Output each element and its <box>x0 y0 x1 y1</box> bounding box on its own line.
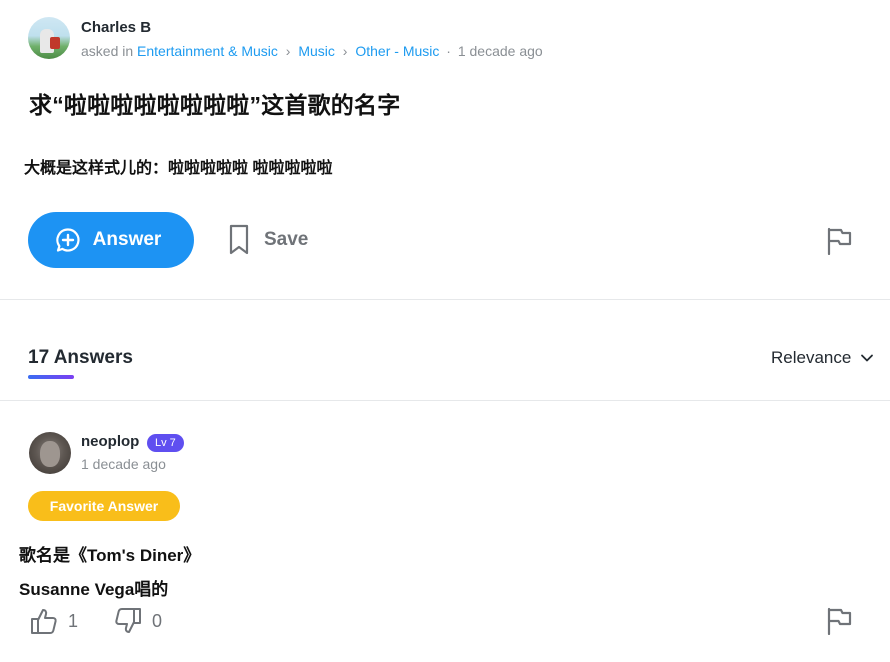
save-button-label: Save <box>264 229 309 250</box>
answer-button-label: Answer <box>92 229 162 250</box>
breadcrumb-music[interactable]: Music <box>298 43 335 59</box>
thumbs-down-icon <box>113 606 143 636</box>
question-header: Charles B asked in Entertainment & Music… <box>28 17 543 61</box>
asker-name[interactable]: Charles B <box>81 18 543 38</box>
question-title: 求“啦啦啦啦啦啦啦啦”这首歌的名字 <box>29 92 401 118</box>
favorite-answer-badge: Favorite Answer <box>28 491 180 521</box>
chevron-down-icon <box>860 353 874 363</box>
answer-text-line: Susanne Vega唱的 <box>19 580 169 599</box>
level-badge: Lv 7 <box>147 434 184 452</box>
chevron-right-icon: › <box>285 43 291 59</box>
separator-dot: · <box>446 43 451 59</box>
answer-text-line: 歌名是《Tom's Diner》 <box>19 546 201 565</box>
upvote-count: 1 <box>68 610 79 631</box>
question-page: Charles B asked in Entertainment & Music… <box>0 0 890 662</box>
question-category-line: asked in Entertainment & Music › Music ›… <box>81 41 543 61</box>
bookmark-icon <box>228 224 250 256</box>
thumbs-up-icon <box>29 606 59 636</box>
add-comment-icon <box>55 227 81 253</box>
save-button[interactable]: Save <box>228 222 308 258</box>
upvote-button[interactable]: 1 <box>29 606 78 636</box>
downvote-button[interactable]: 0 <box>113 606 162 636</box>
breadcrumb-entertainment-music[interactable]: Entertainment & Music <box>137 43 278 59</box>
chevron-right-icon: › <box>342 43 348 59</box>
sort-dropdown[interactable]: Relevance <box>771 348 874 368</box>
asker-avatar[interactable] <box>28 17 70 59</box>
report-question-flag-icon[interactable] <box>826 227 852 255</box>
downvote-count: 0 <box>152 610 163 631</box>
question-body: 大概是这样式儿的：啦啦啦啦啦 啦啦啦啦啦 <box>24 160 333 177</box>
question-time: 1 decade ago <box>457 43 543 59</box>
active-tab-underline <box>28 375 74 379</box>
answers-count-tab[interactable]: 17 Answers <box>28 347 133 369</box>
question-meta: Charles B asked in Entertainment & Music… <box>81 17 543 61</box>
breadcrumb-other-music[interactable]: Other - Music <box>355 43 439 59</box>
answerer-avatar[interactable] <box>29 432 71 474</box>
section-divider <box>0 299 890 300</box>
report-answer-flag-icon[interactable] <box>826 607 852 635</box>
asked-in-label: asked in <box>81 43 134 59</box>
answer-time: 1 decade ago <box>81 456 166 472</box>
sort-dropdown-label: Relevance <box>771 348 852 367</box>
answer-button[interactable]: Answer <box>28 212 194 268</box>
answerer-name[interactable]: neoplop <box>81 433 139 450</box>
answers-divider <box>0 400 890 401</box>
